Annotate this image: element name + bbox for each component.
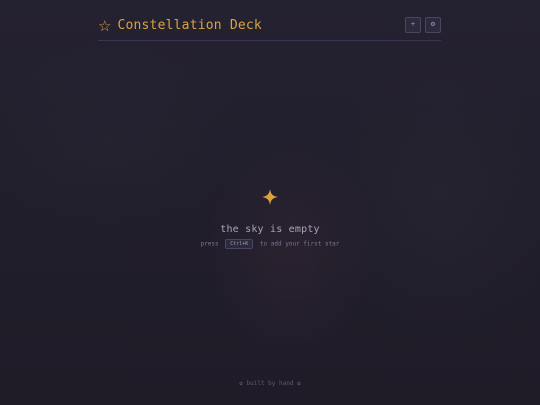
star-outline-icon: ☆	[98, 17, 112, 35]
add-star-button[interactable]: +	[405, 17, 421, 33]
app-title: ☆ Constellation Deck	[98, 17, 262, 35]
sky-background	[0, 0, 540, 405]
app-title-text: Constellation Deck	[117, 18, 262, 33]
footer-text: ✿ built by hand ✿	[239, 380, 301, 387]
footer: ✿ built by hand ✿	[0, 379, 540, 389]
settings-button[interactable]: ⚙	[425, 17, 441, 33]
app-header: ☆ Constellation Deck + ⚙	[98, 14, 441, 41]
header-actions: + ⚙	[405, 17, 441, 33]
gear-icon: ⚙	[430, 21, 436, 28]
plus-icon: +	[410, 21, 416, 28]
